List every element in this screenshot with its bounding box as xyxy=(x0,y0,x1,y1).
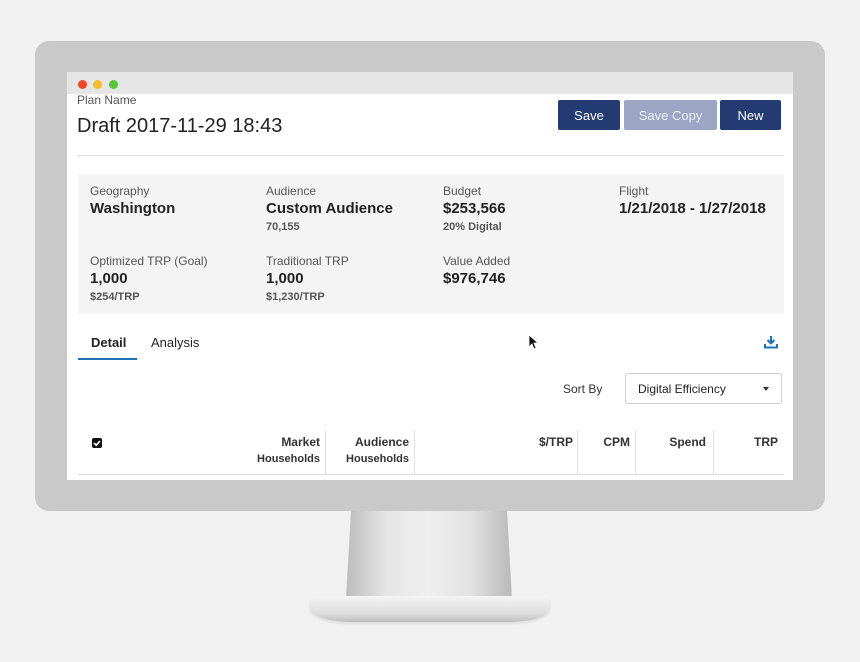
column-header-audience-households-line1: Audience xyxy=(354,435,409,449)
column-separator xyxy=(713,430,714,474)
budget-field: Budget $253,566 20% Digital xyxy=(443,184,506,234)
flight-field: Flight 1/21/2018 - 1/27/2018 xyxy=(619,184,766,218)
audience-count: 70,155 xyxy=(266,221,300,233)
column-header-cost-per-trp[interactable]: $/TRP xyxy=(539,434,573,451)
flight-label: Flight xyxy=(619,184,649,198)
sort-by-select[interactable]: Digital Efficiency xyxy=(625,373,782,404)
optimized-trp-value: 1,000 xyxy=(90,270,128,287)
monitor-stand-neck xyxy=(346,511,512,599)
view-tabs: Detail Analysis xyxy=(78,330,784,362)
column-header-audience-households[interactable]: Audience Households xyxy=(346,434,409,468)
budget-label: Budget xyxy=(443,184,482,198)
window-titlebar xyxy=(67,72,793,94)
tab-detail[interactable]: Detail xyxy=(91,335,126,350)
column-header-trp[interactable]: TRP xyxy=(754,434,778,451)
value-added-value: $976,746 xyxy=(443,270,506,287)
column-separator xyxy=(635,430,636,474)
audience-label: Audience xyxy=(266,184,317,198)
optimized-trp-label: Optimized TRP (Goal) xyxy=(90,254,208,268)
close-window-icon[interactable] xyxy=(78,80,87,89)
sort-by-label: Sort By xyxy=(563,382,603,396)
save-button[interactable]: Save xyxy=(558,100,620,130)
maximize-window-icon[interactable] xyxy=(109,80,118,89)
plan-summary-panel: Geography Washington Audience Custom Aud… xyxy=(78,174,784,314)
monitor-stand-base xyxy=(310,596,550,622)
value-added-label: Value Added xyxy=(443,254,511,268)
budget-value: $253,566 xyxy=(443,200,506,217)
checkbox-icon[interactable] xyxy=(92,438,102,448)
column-header-market-households-line2: Households xyxy=(257,453,320,465)
column-header-market-households[interactable]: Market Households xyxy=(257,434,320,468)
traditional-trp-field: Traditional TRP 1,000 $1,230/TRP xyxy=(266,254,349,304)
column-header-cpm[interactable]: CPM xyxy=(603,434,630,451)
header-divider xyxy=(77,155,784,156)
active-tab-indicator xyxy=(78,358,137,360)
column-separator xyxy=(325,430,326,474)
value-added-field: Value Added $976,746 xyxy=(443,254,510,288)
download-icon[interactable] xyxy=(764,335,778,349)
geography-value: Washington xyxy=(90,200,176,217)
column-header-spend[interactable]: Spend xyxy=(669,434,706,451)
cursor-icon xyxy=(528,334,538,350)
minimize-window-icon[interactable] xyxy=(93,80,102,89)
app-window: Plan Name Draft 2017-11-29 18:43 Save Sa… xyxy=(67,72,793,480)
optimized-trp-cost: $254/TRP xyxy=(90,291,140,303)
plan-name-label: Plan Name xyxy=(77,93,137,107)
plan-title[interactable]: Draft 2017-11-29 18:43 xyxy=(77,115,282,138)
audience-field: Audience Custom Audience 70,155 xyxy=(266,184,393,234)
caret-down-icon xyxy=(763,387,769,391)
geography-label: Geography xyxy=(90,184,150,198)
geography-field: Geography Washington xyxy=(90,184,175,218)
column-header-market-households-line1: Market xyxy=(281,435,320,449)
budget-digital-share: 20% Digital xyxy=(443,221,502,233)
column-header-audience-households-line2: Households xyxy=(346,453,409,465)
new-button[interactable]: New xyxy=(720,100,781,130)
traditional-trp-cost: $1,230/TRP xyxy=(266,291,325,303)
plan-table-header: Market Households Audience Households $/… xyxy=(78,428,784,475)
column-separator xyxy=(577,430,578,474)
flight-value: 1/21/2018 - 1/27/2018 xyxy=(619,200,766,217)
sort-by-selected-value: Digital Efficiency xyxy=(638,381,726,396)
optimized-trp-field: Optimized TRP (Goal) 1,000 $254/TRP xyxy=(90,254,208,304)
audience-value: Custom Audience xyxy=(266,200,393,217)
save-copy-button[interactable]: Save Copy xyxy=(624,100,717,130)
column-separator xyxy=(414,430,415,474)
traditional-trp-label: Traditional TRP xyxy=(266,254,349,268)
traditional-trp-value: 1,000 xyxy=(266,270,304,287)
tab-analysis[interactable]: Analysis xyxy=(151,335,199,350)
